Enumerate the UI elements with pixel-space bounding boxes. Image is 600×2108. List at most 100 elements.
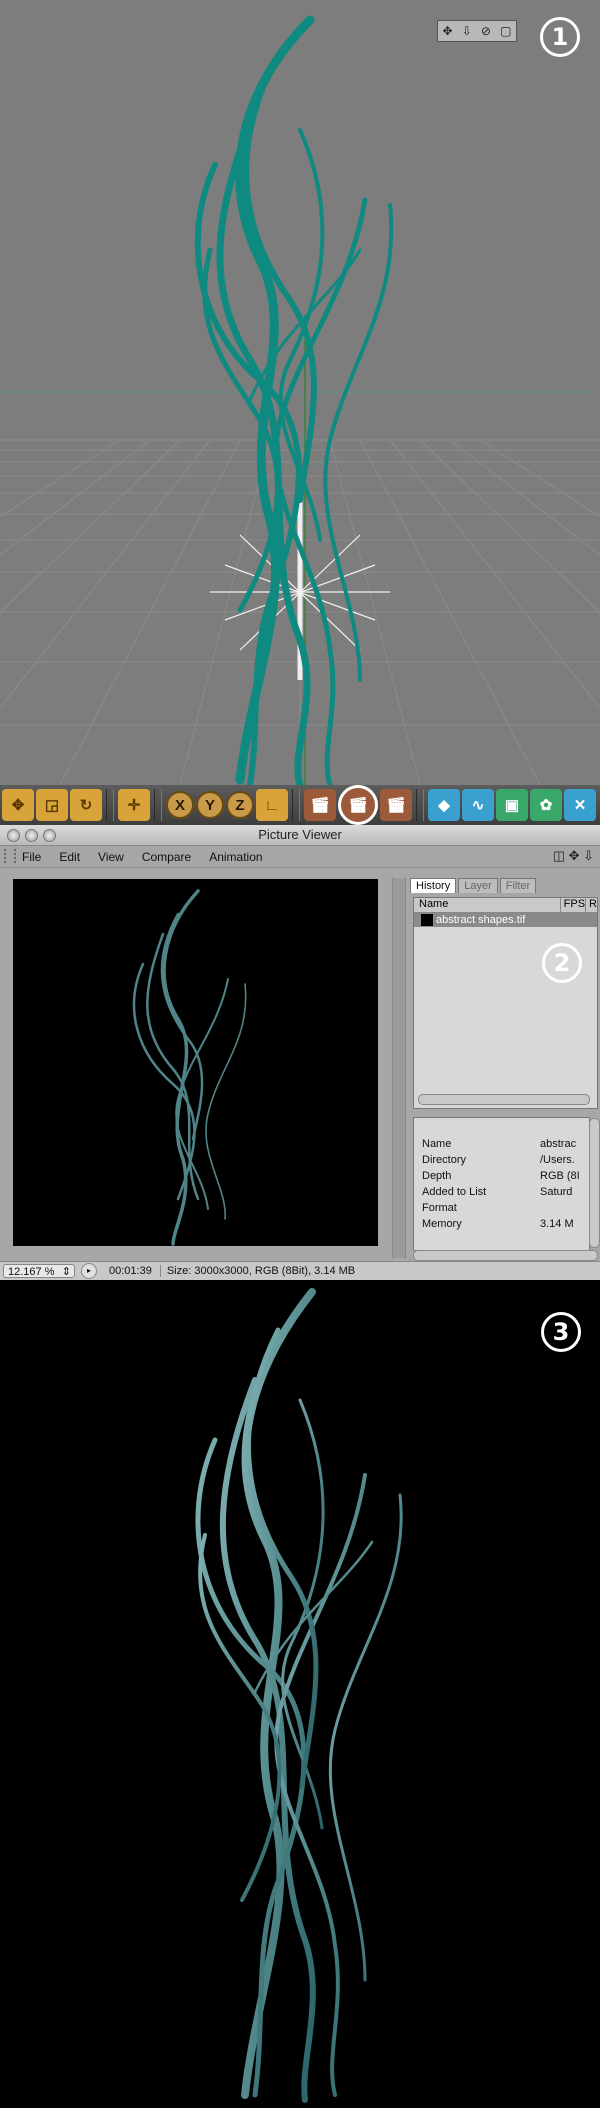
preview-strands	[132, 889, 247, 1246]
y-axis-lock-button[interactable]: Y	[196, 791, 224, 819]
render-view-button[interactable]: 🎬︎	[304, 789, 336, 821]
move-tool-button[interactable]: ✥	[2, 789, 34, 821]
close-window-button[interactable]	[7, 829, 20, 842]
coordinate-system-button[interactable]: ∟	[256, 789, 288, 821]
subdivision-surface-button[interactable]: ▣	[496, 789, 528, 821]
column-name[interactable]: Name	[414, 898, 561, 912]
side-tabs: History Layer Filter	[410, 878, 598, 893]
cross-arrows-icon: ✛	[127, 797, 141, 814]
flower-icon: ✿	[539, 797, 553, 814]
info-key: Name	[422, 1138, 452, 1150]
viewport-nav-controls[interactable]: ✥ ⇩ ⊘ ▢	[437, 20, 517, 42]
info-vertical-scrollbar[interactable]	[589, 1118, 600, 1248]
grip-icon[interactable]	[4, 849, 16, 863]
info-value: abstrac	[540, 1138, 577, 1150]
history-list: Name FPS R abstract shapes.tif	[413, 897, 598, 1109]
info-row: Format	[414, 1200, 589, 1216]
rotate-tool-button[interactable]: ↻	[70, 789, 102, 821]
toolbar-separator	[292, 789, 300, 821]
info-key: Directory	[422, 1154, 467, 1166]
viewport-scene	[0, 15, 600, 785]
info-key: Depth	[422, 1170, 452, 1182]
minimize-window-button[interactable]	[25, 829, 38, 842]
info-key: Memory	[422, 1218, 462, 1230]
thumbnail-icon	[421, 914, 433, 926]
render-settings-button[interactable]: 🎬︎	[380, 789, 412, 821]
dolly-view-icon[interactable]: ⇩	[462, 24, 472, 38]
info-value: RGB (8I	[540, 1170, 580, 1182]
info-horizontal-scrollbar[interactable]	[413, 1250, 598, 1261]
move-icon: ✥	[11, 797, 25, 814]
clapboard-icon: 🎬︎	[310, 797, 330, 814]
layout-icons[interactable]: ◫ ✥ ⇩	[553, 848, 594, 864]
coordinate-system-icon: ∟	[264, 796, 280, 814]
final-render-image: 3	[0, 1280, 600, 2103]
menu-view[interactable]: View	[98, 850, 124, 864]
deformer-button[interactable]: ✕	[564, 789, 596, 821]
scale-tool-button[interactable]: ◲	[36, 789, 68, 821]
menu-animation[interactable]: Animation	[209, 850, 262, 864]
info-row: Name abstrac	[414, 1136, 589, 1152]
zoom-dropdown[interactable]: 12.167 % ⇕	[3, 1264, 75, 1278]
render-preview-image[interactable]	[13, 879, 378, 1246]
spline-pen-button[interactable]: ∿	[462, 789, 494, 821]
toolbar-separator	[106, 789, 114, 821]
step-badge-2: 2	[542, 943, 582, 983]
column-fps[interactable]: FPS	[561, 898, 587, 912]
history-item-name: abstract shapes.tif	[436, 914, 526, 926]
info-key: Format	[422, 1202, 457, 1214]
render-strands	[195, 1288, 403, 2103]
teal-strands	[194, 15, 394, 785]
menu-file[interactable]: File	[22, 850, 41, 864]
step-badge-3: 3	[541, 1312, 581, 1352]
tab-history[interactable]: History	[410, 878, 457, 893]
z-axis-lock-button[interactable]: Z	[226, 791, 254, 819]
array-generator-button[interactable]: ✿	[530, 789, 562, 821]
cube-icon: ◆	[438, 797, 450, 814]
window-title: Picture Viewer	[258, 827, 342, 842]
window-title-bar[interactable]: Picture Viewer	[0, 825, 600, 846]
toolbar-separator	[154, 789, 162, 821]
rotate-view-icon[interactable]: ⊘	[481, 24, 491, 38]
clapboard-icon: 🎬︎	[386, 797, 406, 814]
info-row: Added to List Saturd	[414, 1184, 589, 1200]
move-view-icon[interactable]: ✥	[443, 24, 453, 38]
viewer-side-panel: History Layer Filter Name FPS R abstract…	[410, 878, 600, 1261]
history-item[interactable]: abstract shapes.tif	[414, 913, 597, 927]
x-axis-lock-button[interactable]: X	[166, 791, 194, 819]
cube-primitive-button[interactable]: ◆	[428, 789, 460, 821]
info-row: Memory 3.14 M	[414, 1216, 589, 1232]
info-value: /Users.	[540, 1154, 575, 1166]
scale-icon: ◲	[44, 797, 60, 814]
zoom-window-button[interactable]	[43, 829, 56, 842]
tab-filter[interactable]: Filter	[499, 878, 537, 893]
splitter-handle[interactable]	[392, 878, 406, 1258]
live-selection-button[interactable]: ✛	[118, 789, 150, 821]
status-bar: 12.167 % ⇕ ▸ 00:01:39 Size: 3000x3000, R…	[0, 1261, 600, 1280]
spline-icon: ∿	[471, 797, 485, 814]
info-row: Depth RGB (8I	[414, 1168, 589, 1184]
render-to-picture-viewer-button[interactable]: 🎬︎	[338, 785, 378, 825]
zoom-value: 12.167 %	[8, 1266, 55, 1278]
toolbar-separator	[416, 789, 424, 821]
clapboard-icon: 🎬︎	[348, 797, 368, 814]
viewport-panel[interactable]: ✥ ⇩ ⊘ ▢ 1	[0, 0, 600, 785]
info-value: Saturd	[540, 1186, 573, 1198]
image-size-info: Size: 3000x3000, RGB (8Bit), 3.14 MB	[159, 1265, 355, 1277]
play-icon[interactable]: ▸	[81, 1263, 97, 1279]
maximize-view-icon[interactable]: ▢	[500, 24, 511, 38]
info-value: 3.14 M	[540, 1218, 574, 1230]
picture-viewer-window: Picture Viewer File Edit View Compare An…	[0, 825, 600, 1280]
rotate-icon: ↻	[79, 797, 93, 814]
menu-compare[interactable]: Compare	[142, 850, 191, 864]
step-badge-1: 1	[540, 17, 580, 57]
subdivision-icon: ▣	[504, 797, 520, 814]
history-header: Name FPS R	[414, 898, 597, 913]
history-horizontal-scrollbar[interactable]	[418, 1094, 590, 1105]
tab-layer[interactable]: Layer	[458, 878, 498, 893]
column-r[interactable]: R	[586, 898, 597, 912]
deformer-icon: ✕	[573, 797, 587, 814]
image-info-panel: Name abstrac Directory/Users. Depth RGB (8…	[413, 1117, 590, 1251]
menu-edit[interactable]: Edit	[59, 850, 80, 864]
info-key: Added to List	[422, 1186, 487, 1198]
